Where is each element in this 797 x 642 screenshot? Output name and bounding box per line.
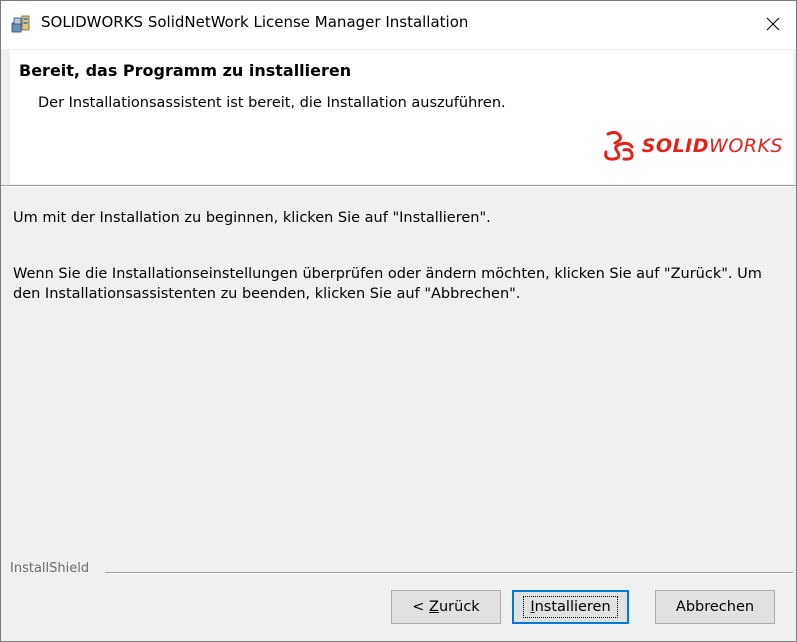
installer-window: SOLIDWORKS SolidNetWork License Manager … xyxy=(0,0,797,642)
back-button-label: < Zurück xyxy=(412,599,480,615)
install-button-label: Installieren xyxy=(523,596,618,618)
close-button[interactable] xyxy=(750,1,796,47)
logo-wordmark: SOLIDWORKS xyxy=(641,135,783,157)
instruction-text: Um mit der Installation zu beginnen, kli… xyxy=(13,210,491,226)
help-text: Wenn Sie die Installationseinstellungen … xyxy=(13,266,762,302)
cancel-button-label: Abbrechen xyxy=(675,599,755,615)
footer-divider-highlight xyxy=(105,573,793,574)
header-divider-highlight xyxy=(1,186,796,187)
header-banner: Bereit, das Programm zu installieren Der… xyxy=(10,50,793,184)
install-button[interactable]: Installieren xyxy=(512,590,629,624)
solidworks-logo: SOLIDWORKS xyxy=(602,129,783,163)
cancel-button[interactable]: Abbrechen xyxy=(655,590,775,624)
ds-logo-icon xyxy=(603,130,634,161)
page-title: Bereit, das Programm zu installieren xyxy=(19,61,352,80)
page-subtitle: Der Installationsassistent ist bereit, d… xyxy=(38,95,506,111)
installer-app-icon xyxy=(11,15,30,33)
back-button[interactable]: < Zurück xyxy=(391,590,501,624)
title-bar: SOLIDWORKS SolidNetWork License Manager … xyxy=(1,1,796,49)
close-icon xyxy=(766,17,780,31)
installshield-label: InstallShield xyxy=(10,561,90,576)
window-title: SOLIDWORKS SolidNetWork License Manager … xyxy=(41,13,469,31)
